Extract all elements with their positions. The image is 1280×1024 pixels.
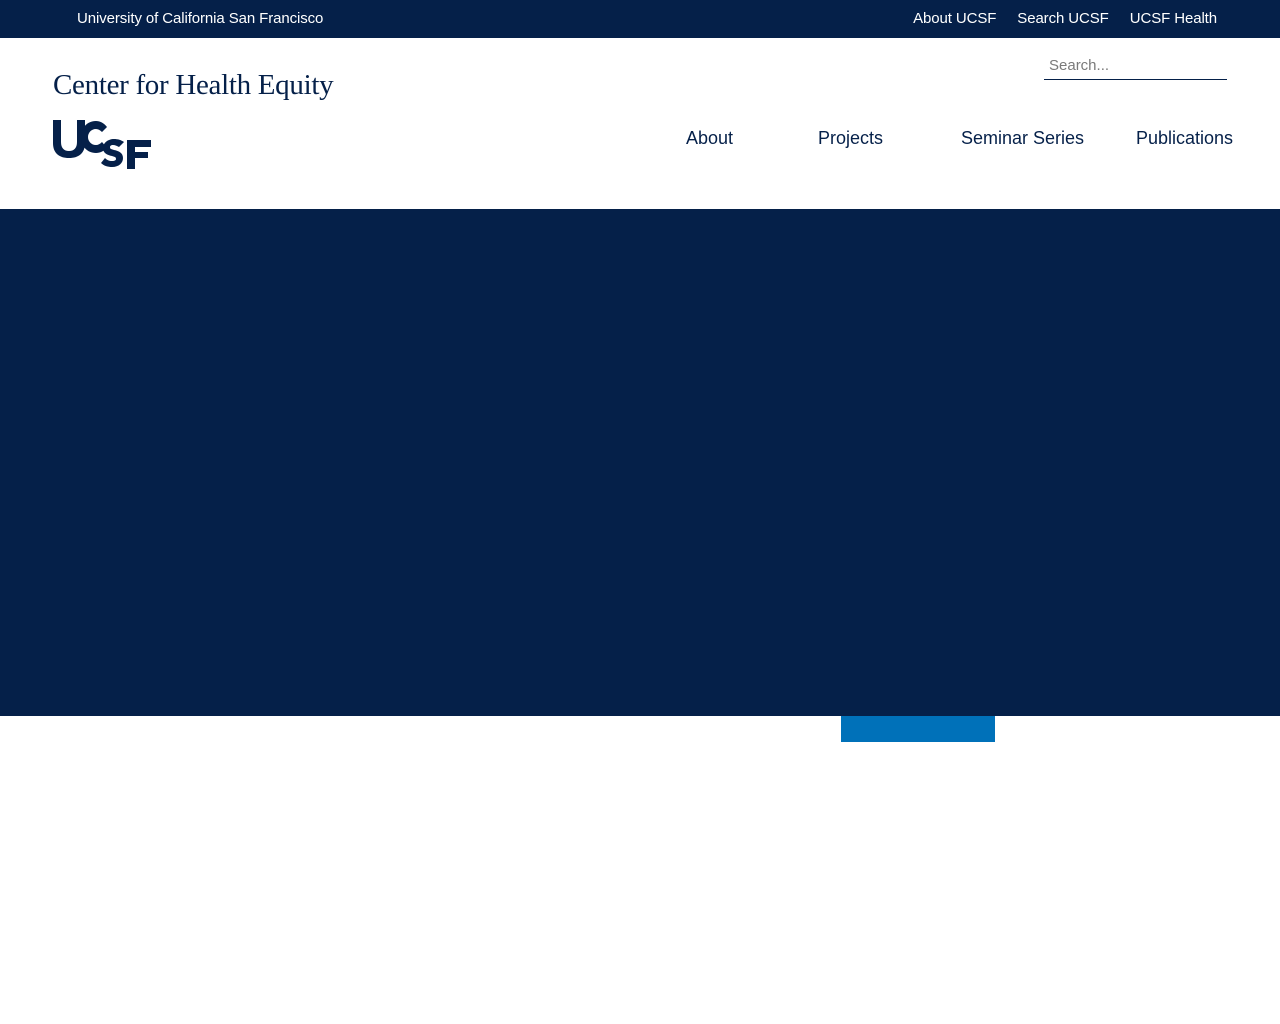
search-ucsf-link[interactable]: Search UCSF: [1017, 10, 1109, 27]
utility-links: About UCSF Search UCSF UCSF Health: [913, 10, 1217, 27]
nav-seminar-series[interactable]: Seminar Series: [961, 128, 1084, 149]
search-field: [1044, 52, 1227, 80]
ucsf-logo[interactable]: [52, 118, 154, 170]
site-name[interactable]: Center for Health Equity: [53, 69, 334, 102]
nav-projects[interactable]: Projects: [818, 128, 883, 149]
ucsf-logo-icon: [53, 120, 151, 169]
ucsf-health-link[interactable]: UCSF Health: [1130, 10, 1217, 27]
search-input[interactable]: [1044, 52, 1227, 79]
nav-publications[interactable]: Publications: [1136, 128, 1233, 149]
hero-banner: [0, 209, 1280, 716]
nav-about[interactable]: About: [686, 128, 733, 149]
utility-bar: University of California San Francisco A…: [0, 0, 1280, 38]
university-link[interactable]: University of California San Francisco: [77, 10, 323, 27]
site-header: Center for Health Equity About Projects …: [0, 38, 1280, 209]
about-ucsf-link[interactable]: About UCSF: [913, 10, 996, 27]
accent-tab: [841, 716, 995, 742]
